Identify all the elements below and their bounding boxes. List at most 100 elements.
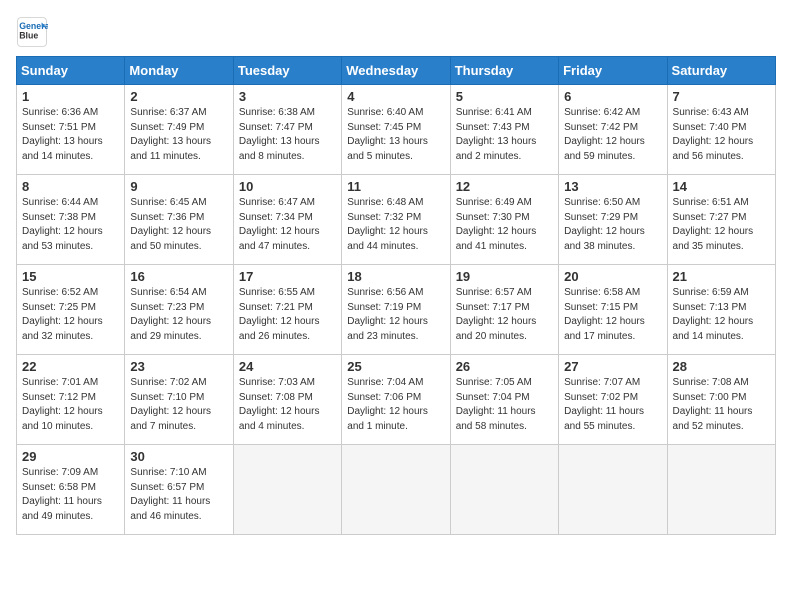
day-info: Sunrise: 6:42 AMSunset: 7:42 PMDaylight:… <box>564 107 645 162</box>
calendar-cell <box>342 445 450 535</box>
calendar-cell: 3 Sunrise: 6:38 AMSunset: 7:47 PMDayligh… <box>233 85 341 175</box>
calendar-cell <box>233 445 341 535</box>
day-number: 13 <box>564 179 661 194</box>
calendar-cell: 16 Sunrise: 6:54 AMSunset: 7:23 PMDaylig… <box>125 265 233 355</box>
logo-icon: General Blue <box>16 16 48 48</box>
day-info: Sunrise: 7:07 AMSunset: 7:02 PMDaylight:… <box>564 377 644 432</box>
weekday-header-wednesday: Wednesday <box>342 57 450 85</box>
day-number: 26 <box>456 359 553 374</box>
calendar-cell: 18 Sunrise: 6:56 AMSunset: 7:19 PMDaylig… <box>342 265 450 355</box>
day-info: Sunrise: 6:41 AMSunset: 7:43 PMDaylight:… <box>456 107 537 162</box>
calendar-cell: 6 Sunrise: 6:42 AMSunset: 7:42 PMDayligh… <box>559 85 667 175</box>
day-number: 12 <box>456 179 553 194</box>
day-number: 14 <box>673 179 770 194</box>
calendar-cell: 11 Sunrise: 6:48 AMSunset: 7:32 PMDaylig… <box>342 175 450 265</box>
calendar-cell: 19 Sunrise: 6:57 AMSunset: 7:17 PMDaylig… <box>450 265 558 355</box>
day-number: 7 <box>673 89 770 104</box>
day-number: 30 <box>130 449 227 464</box>
calendar-cell: 13 Sunrise: 6:50 AMSunset: 7:29 PMDaylig… <box>559 175 667 265</box>
day-number: 1 <box>22 89 119 104</box>
day-info: Sunrise: 7:02 AMSunset: 7:10 PMDaylight:… <box>130 377 211 432</box>
weekday-header-monday: Monday <box>125 57 233 85</box>
weekday-header-tuesday: Tuesday <box>233 57 341 85</box>
calendar-cell: 21 Sunrise: 6:59 AMSunset: 7:13 PMDaylig… <box>667 265 775 355</box>
day-info: Sunrise: 6:58 AMSunset: 7:15 PMDaylight:… <box>564 287 645 342</box>
day-number: 6 <box>564 89 661 104</box>
day-info: Sunrise: 6:57 AMSunset: 7:17 PMDaylight:… <box>456 287 537 342</box>
day-info: Sunrise: 6:52 AMSunset: 7:25 PMDaylight:… <box>22 287 103 342</box>
day-info: Sunrise: 7:01 AMSunset: 7:12 PMDaylight:… <box>22 377 103 432</box>
day-info: Sunrise: 6:51 AMSunset: 7:27 PMDaylight:… <box>673 197 754 252</box>
day-number: 9 <box>130 179 227 194</box>
calendar-cell: 14 Sunrise: 6:51 AMSunset: 7:27 PMDaylig… <box>667 175 775 265</box>
calendar-cell: 29 Sunrise: 7:09 AMSunset: 6:58 PMDaylig… <box>17 445 125 535</box>
calendar-cell: 28 Sunrise: 7:08 AMSunset: 7:00 PMDaylig… <box>667 355 775 445</box>
day-info: Sunrise: 6:48 AMSunset: 7:32 PMDaylight:… <box>347 197 428 252</box>
svg-text:Blue: Blue <box>19 30 38 40</box>
calendar-cell: 8 Sunrise: 6:44 AMSunset: 7:38 PMDayligh… <box>17 175 125 265</box>
day-number: 8 <box>22 179 119 194</box>
calendar-cell: 17 Sunrise: 6:55 AMSunset: 7:21 PMDaylig… <box>233 265 341 355</box>
day-number: 25 <box>347 359 444 374</box>
calendar-cell: 5 Sunrise: 6:41 AMSunset: 7:43 PMDayligh… <box>450 85 558 175</box>
day-number: 24 <box>239 359 336 374</box>
calendar-cell: 10 Sunrise: 6:47 AMSunset: 7:34 PMDaylig… <box>233 175 341 265</box>
calendar-cell <box>559 445 667 535</box>
day-number: 18 <box>347 269 444 284</box>
calendar-cell: 24 Sunrise: 7:03 AMSunset: 7:08 PMDaylig… <box>233 355 341 445</box>
day-number: 5 <box>456 89 553 104</box>
day-info: Sunrise: 6:50 AMSunset: 7:29 PMDaylight:… <box>564 197 645 252</box>
calendar-cell: 30 Sunrise: 7:10 AMSunset: 6:57 PMDaylig… <box>125 445 233 535</box>
day-number: 3 <box>239 89 336 104</box>
day-info: Sunrise: 6:54 AMSunset: 7:23 PMDaylight:… <box>130 287 211 342</box>
day-info: Sunrise: 7:08 AMSunset: 7:00 PMDaylight:… <box>673 377 753 432</box>
day-info: Sunrise: 6:47 AMSunset: 7:34 PMDaylight:… <box>239 197 320 252</box>
day-info: Sunrise: 6:43 AMSunset: 7:40 PMDaylight:… <box>673 107 754 162</box>
calendar-cell: 7 Sunrise: 6:43 AMSunset: 7:40 PMDayligh… <box>667 85 775 175</box>
day-number: 15 <box>22 269 119 284</box>
calendar-cell <box>667 445 775 535</box>
day-info: Sunrise: 6:40 AMSunset: 7:45 PMDaylight:… <box>347 107 428 162</box>
weekday-header-sunday: Sunday <box>17 57 125 85</box>
day-number: 19 <box>456 269 553 284</box>
day-number: 10 <box>239 179 336 194</box>
calendar-cell: 27 Sunrise: 7:07 AMSunset: 7:02 PMDaylig… <box>559 355 667 445</box>
day-info: Sunrise: 6:56 AMSunset: 7:19 PMDaylight:… <box>347 287 428 342</box>
calendar-cell: 23 Sunrise: 7:02 AMSunset: 7:10 PMDaylig… <box>125 355 233 445</box>
day-info: Sunrise: 6:49 AMSunset: 7:30 PMDaylight:… <box>456 197 537 252</box>
calendar-cell: 22 Sunrise: 7:01 AMSunset: 7:12 PMDaylig… <box>17 355 125 445</box>
calendar: SundayMondayTuesdayWednesdayThursdayFrid… <box>16 56 776 535</box>
day-info: Sunrise: 6:44 AMSunset: 7:38 PMDaylight:… <box>22 197 103 252</box>
day-info: Sunrise: 6:37 AMSunset: 7:49 PMDaylight:… <box>130 107 211 162</box>
day-number: 22 <box>22 359 119 374</box>
calendar-cell: 9 Sunrise: 6:45 AMSunset: 7:36 PMDayligh… <box>125 175 233 265</box>
logo: General Blue <box>16 16 52 48</box>
day-number: 4 <box>347 89 444 104</box>
calendar-cell: 2 Sunrise: 6:37 AMSunset: 7:49 PMDayligh… <box>125 85 233 175</box>
day-info: Sunrise: 7:03 AMSunset: 7:08 PMDaylight:… <box>239 377 320 432</box>
day-number: 21 <box>673 269 770 284</box>
day-number: 27 <box>564 359 661 374</box>
day-info: Sunrise: 7:04 AMSunset: 7:06 PMDaylight:… <box>347 377 428 432</box>
day-info: Sunrise: 7:09 AMSunset: 6:58 PMDaylight:… <box>22 467 102 522</box>
day-number: 17 <box>239 269 336 284</box>
day-info: Sunrise: 7:10 AMSunset: 6:57 PMDaylight:… <box>130 467 210 522</box>
weekday-header-thursday: Thursday <box>450 57 558 85</box>
day-info: Sunrise: 6:36 AMSunset: 7:51 PMDaylight:… <box>22 107 103 162</box>
calendar-cell: 4 Sunrise: 6:40 AMSunset: 7:45 PMDayligh… <box>342 85 450 175</box>
day-info: Sunrise: 6:55 AMSunset: 7:21 PMDaylight:… <box>239 287 320 342</box>
calendar-cell: 15 Sunrise: 6:52 AMSunset: 7:25 PMDaylig… <box>17 265 125 355</box>
day-info: Sunrise: 7:05 AMSunset: 7:04 PMDaylight:… <box>456 377 536 432</box>
calendar-cell <box>450 445 558 535</box>
day-number: 23 <box>130 359 227 374</box>
calendar-cell: 1 Sunrise: 6:36 AMSunset: 7:51 PMDayligh… <box>17 85 125 175</box>
day-info: Sunrise: 6:38 AMSunset: 7:47 PMDaylight:… <box>239 107 320 162</box>
day-number: 16 <box>130 269 227 284</box>
day-number: 2 <box>130 89 227 104</box>
day-number: 11 <box>347 179 444 194</box>
weekday-header-saturday: Saturday <box>667 57 775 85</box>
day-number: 20 <box>564 269 661 284</box>
day-info: Sunrise: 6:45 AMSunset: 7:36 PMDaylight:… <box>130 197 211 252</box>
calendar-cell: 20 Sunrise: 6:58 AMSunset: 7:15 PMDaylig… <box>559 265 667 355</box>
calendar-cell: 12 Sunrise: 6:49 AMSunset: 7:30 PMDaylig… <box>450 175 558 265</box>
